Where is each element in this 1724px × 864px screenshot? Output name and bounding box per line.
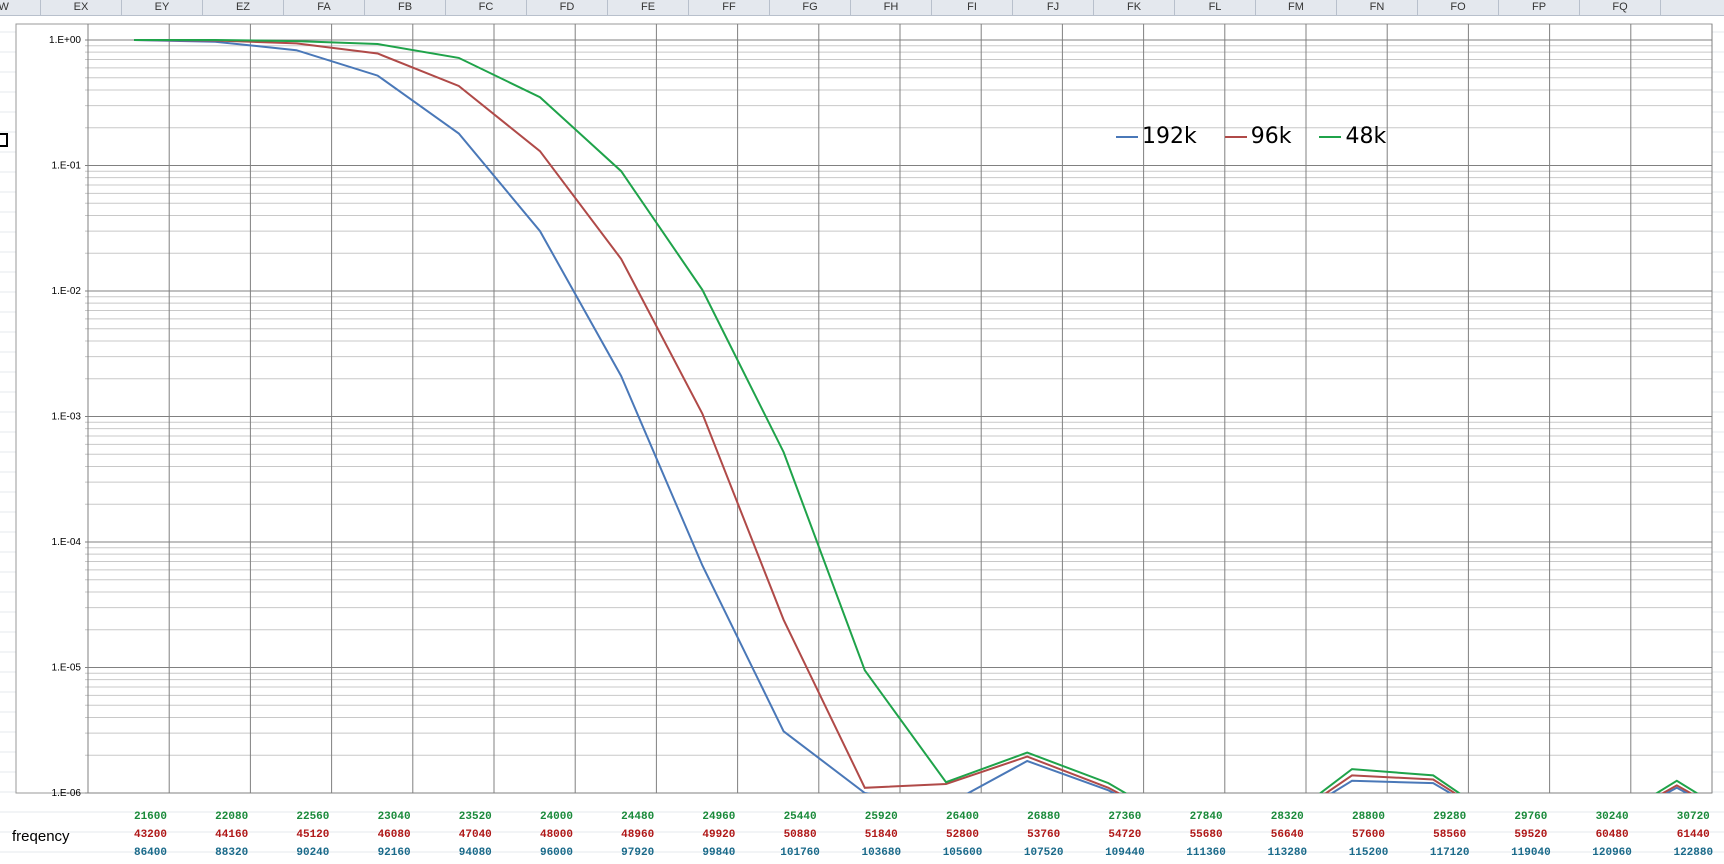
frequency-cell[interactable]: 103680 [841,844,922,862]
frequency-cell[interactable]: 26400 [922,808,1003,826]
y-tick-label: 1.E-02 [52,286,82,297]
frequency-cell[interactable]: 44160 [191,826,272,844]
frequency-cell[interactable]: 22560 [272,808,353,826]
chart-legend[interactable]: 192k 96k 48k [1116,124,1386,149]
frequency-cell[interactable]: 29280 [1409,808,1490,826]
frequency-cell[interactable]: 45120 [272,826,353,844]
frequency-cell[interactable]: 92160 [354,844,435,862]
y-tick-label: 1.E-04 [52,537,82,548]
frequency-cell[interactable]: 43200 [110,826,191,844]
frequency-cell[interactable]: 27360 [1084,808,1165,826]
frequency-cell[interactable]: 60480 [1572,826,1653,844]
frequency-cell[interactable]: 90240 [272,844,353,862]
frequency-cell[interactable]: 25440 [760,808,841,826]
frequency-cell[interactable]: 30240 [1572,808,1653,826]
frequency-cell[interactable]: 56640 [1247,826,1328,844]
frequency-cell[interactable]: 24000 [516,808,597,826]
frequency-cell[interactable]: 57600 [1328,826,1409,844]
frequency-cell[interactable]: 88320 [191,844,272,862]
frequency-cell[interactable]: 47040 [435,826,516,844]
legend-label: 96k [1250,124,1292,149]
legend-label: 48k [1345,124,1387,149]
frequency-cell[interactable]: 53760 [1003,826,1084,844]
frequency-cell[interactable]: 113280 [1247,844,1328,862]
frequency-cell[interactable]: 22080 [191,808,272,826]
frequency-cell[interactable]: 23520 [435,808,516,826]
frequency-row-96k: 43200 44160 45120 46080 47040 48000 48960 49920… [0,826,1724,844]
legend-swatch-icon [1116,135,1138,138]
y-tick-label: 1.E-01 [52,161,82,172]
frequency-cell[interactable]: 120960 [1572,844,1653,862]
legend-swatch-icon [1224,135,1247,138]
frequency-cell[interactable]: 107520 [1003,844,1084,862]
frequency-row-192k: 86400 88320 90240 92160 94080 96000 97920 99840… [0,844,1724,862]
frequency-cell[interactable]: 55680 [1166,826,1247,844]
frequency-cell[interactable]: 61440 [1653,826,1724,844]
frequency-cell[interactable]: 46080 [354,826,435,844]
frequency-cell[interactable]: 48960 [597,826,678,844]
frequency-cell[interactable]: 94080 [435,844,516,862]
frequency-cell[interactable]: 54720 [1084,826,1165,844]
frequency-cell[interactable]: 52800 [922,826,1003,844]
y-tick-label: 1.E-05 [52,663,82,674]
frequency-cell[interactable]: 109440 [1084,844,1165,862]
frequency-cell[interactable]: 28320 [1247,808,1328,826]
legend-swatch-icon [1319,135,1342,138]
frequency-cell[interactable]: 28800 [1328,808,1409,826]
frequency-cell[interactable]: 26880 [1003,808,1084,826]
frequency-cell[interactable]: 49920 [678,826,759,844]
frequency-cell[interactable]: 48000 [516,826,597,844]
frequency-cell[interactable]: 23040 [354,808,435,826]
frequency-cell[interactable]: 86400 [110,844,191,862]
y-tick-label: 1.E-06 [52,788,82,799]
y-tick-label: 1.E-03 [52,412,82,423]
frequency-cell[interactable]: 50880 [760,826,841,844]
frequency-cell[interactable]: 97920 [597,844,678,862]
frequency-cell[interactable]: 101760 [760,844,841,862]
chart-frame [15,23,1713,794]
legend-item-48k[interactable]: 48k [1319,124,1386,149]
frequency-cell[interactable]: 24480 [597,808,678,826]
frequency-cell[interactable]: 99840 [678,844,759,862]
frequency-cell[interactable]: 96000 [516,844,597,862]
line-chart[interactable]: 1.E+00 1.E-01 1.E-02 1.E-03 1.E-04 1.E-05 1.E-… [0,0,1724,864]
frequency-cell[interactable]: 59520 [1490,826,1571,844]
frequency-cell[interactable]: 111360 [1166,844,1247,862]
legend-item-192k[interactable]: 192k [1116,124,1197,149]
frequency-cell[interactable]: 119040 [1490,844,1571,862]
legend-item-96k[interactable]: 96k [1224,124,1292,149]
frequency-cell[interactable]: 117120 [1409,844,1490,862]
frequency-cell[interactable]: 58560 [1409,826,1490,844]
frequency-cell[interactable]: 21600 [110,808,191,826]
frequency-cell[interactable]: 25920 [841,808,922,826]
frequency-row-48k: 21600 22080 22560 23040 23520 24000 24480 24960… [0,808,1724,826]
frequency-cell[interactable]: 51840 [841,826,922,844]
frequency-cell[interactable]: 105600 [922,844,1003,862]
frequency-cell[interactable]: 24960 [678,808,759,826]
y-tick-label: 1.E+00 [49,35,81,46]
frequency-cell[interactable]: 115200 [1328,844,1409,862]
legend-label: 192k [1142,124,1197,149]
frequency-cell[interactable]: 27840 [1166,808,1247,826]
frequency-cell[interactable]: 30720 [1653,808,1724,826]
frequency-cell[interactable]: 29760 [1490,808,1571,826]
frequency-cell[interactable]: 122880 [1653,844,1724,862]
